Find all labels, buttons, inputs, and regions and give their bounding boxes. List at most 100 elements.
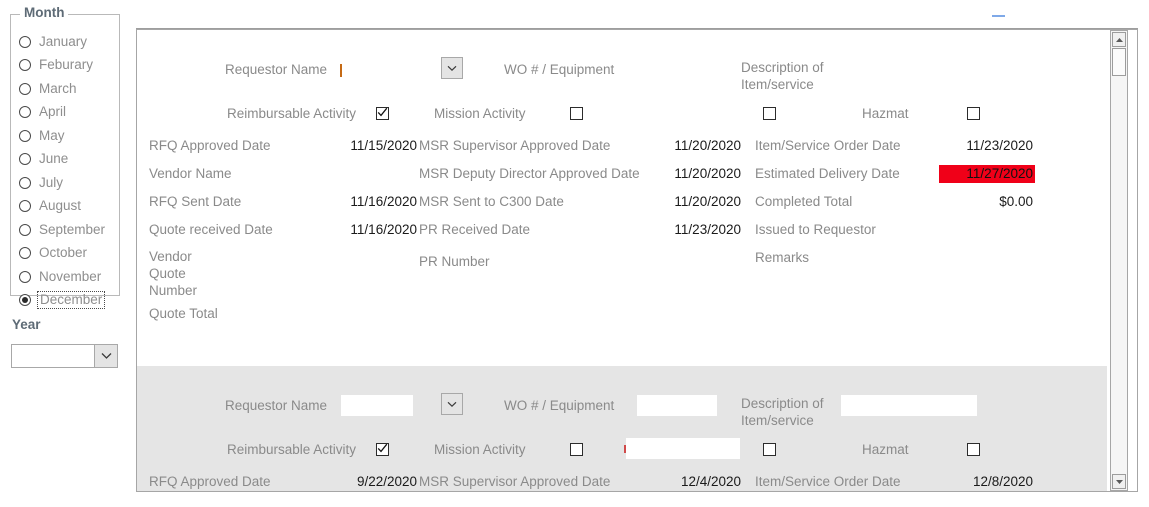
hazmat-checkbox[interactable]	[967, 107, 980, 120]
month-radio-feburary[interactable]: Feburary	[11, 54, 119, 78]
field-value: 11/15/2020	[350, 138, 417, 153]
hazmat-label: Hazmat	[862, 106, 909, 121]
radio-indicator-icon[interactable]	[19, 294, 31, 306]
scroll-down-arrow-icon[interactable]	[1112, 474, 1126, 489]
month-radio-label: May	[37, 128, 67, 144]
mission-activity-checkbox[interactable]	[570, 443, 583, 456]
field-label: Estimated Delivery Date	[755, 166, 900, 181]
vertical-scrollbar[interactable]	[1110, 30, 1128, 491]
reimbursable-activity-checkbox[interactable]	[376, 443, 389, 456]
description-label: Description of Item/service	[741, 395, 836, 429]
field-value: 12/8/2020	[973, 474, 1033, 489]
field-label: PR Number	[419, 254, 490, 269]
chevron-down-icon[interactable]	[447, 65, 457, 72]
radio-indicator-icon[interactable]	[19, 106, 31, 118]
field-label: MSR Supervisor Approved Date	[419, 138, 610, 153]
year-combo-box[interactable]	[11, 344, 118, 368]
scroll-up-arrow-icon[interactable]	[1112, 32, 1126, 47]
field-value: 11/23/2020	[674, 222, 741, 237]
month-radio-label: September	[37, 222, 107, 238]
mission-activity-label: Mission Activity	[434, 442, 526, 457]
radio-indicator-icon[interactable]	[19, 59, 31, 71]
field-value: 9/22/2020	[357, 474, 417, 489]
field-label: RFQ Approved Date	[149, 474, 271, 489]
record-row[interactable]: Requestor Name WO # / Equipment Descriptio…	[137, 366, 1109, 491]
radio-indicator-icon[interactable]	[19, 36, 31, 48]
requestor-name-input[interactable]	[341, 395, 413, 416]
field-label: Vendor Name	[149, 166, 232, 181]
wo-equipment-label: WO # / Equipment	[504, 62, 614, 77]
radio-indicator-icon[interactable]	[19, 177, 31, 189]
field-value: $0.00	[999, 194, 1033, 209]
month-radio-november[interactable]: November	[11, 265, 119, 289]
radio-indicator-icon[interactable]	[19, 224, 31, 236]
scroll-thumb[interactable]	[1112, 48, 1126, 76]
radio-indicator-icon[interactable]	[19, 247, 31, 259]
hazmat-checkbox[interactable]	[967, 443, 980, 456]
field-value: 11/20/2020	[674, 138, 741, 153]
month-group-legend: Month	[20, 6, 68, 20]
field-value: 11/16/2020	[350, 194, 417, 209]
description-checkbox[interactable]	[763, 107, 776, 120]
wo-equipment-input[interactable]	[637, 395, 717, 416]
month-radio-september[interactable]: September	[11, 218, 119, 242]
month-radio-label: Feburary	[37, 57, 95, 73]
month-radio-label: April	[37, 104, 68, 120]
description-label: Description of Item/service	[741, 59, 836, 93]
field-value: 11/23/2020	[966, 138, 1033, 153]
month-radio-april[interactable]: April	[11, 101, 119, 125]
year-filter-label: Year	[12, 317, 41, 332]
month-radio-june[interactable]: June	[11, 148, 119, 172]
radio-indicator-icon[interactable]	[19, 153, 31, 165]
reimbursable-activity-label: Reimbursable Activity	[227, 106, 356, 121]
field-label: Completed Total	[755, 194, 852, 209]
record-row[interactable]: Requestor Name WO # / Equipment Descriptio…	[137, 30, 1109, 366]
field-label: Quote received Date	[149, 222, 273, 237]
month-radio-december[interactable]: December	[11, 289, 119, 313]
month-radio-january[interactable]: January	[11, 30, 119, 54]
field-value-highlighted: 11/27/2020	[939, 165, 1035, 183]
requestor-name-label: Requestor Name	[225, 62, 327, 77]
field-value: 11/16/2020	[350, 222, 417, 237]
field-label: PR Received Date	[419, 222, 530, 237]
mission-activity-label: Mission Activity	[434, 106, 526, 121]
field-label: RFQ Approved Date	[149, 138, 271, 153]
field-label: RFQ Sent Date	[149, 194, 241, 209]
month-radio-october[interactable]: October	[11, 242, 119, 266]
selection-artifact	[992, 15, 1005, 17]
text-cursor-artifact	[340, 64, 342, 77]
month-radio-march[interactable]: March	[11, 77, 119, 101]
description-checkbox[interactable]	[763, 443, 776, 456]
field-label: Vendor Quote Number	[149, 248, 227, 299]
field-label: Issued to Requestor	[755, 222, 876, 237]
requestor-name-dropdown[interactable]	[441, 393, 463, 415]
mission-activity-checkbox[interactable]	[570, 107, 583, 120]
month-radio-label: January	[37, 34, 89, 50]
chevron-down-icon[interactable]	[94, 345, 117, 367]
reimbursable-activity-checkbox[interactable]	[376, 107, 389, 120]
radio-indicator-icon[interactable]	[19, 130, 31, 142]
description-input[interactable]	[841, 395, 977, 416]
field-label: MSR Deputy Director Approved Date	[419, 166, 640, 181]
wo-equipment-label: WO # / Equipment	[504, 398, 614, 413]
field-value: 11/20/2020	[674, 166, 741, 181]
requestor-name-dropdown[interactable]	[441, 57, 463, 79]
field-label: Quote Total	[149, 306, 218, 321]
field-label: Item/Service Order Date	[755, 474, 901, 489]
month-radio-label: July	[37, 175, 65, 191]
month-radio-label: August	[37, 198, 83, 214]
month-radio-july[interactable]: July	[11, 171, 119, 195]
month-radio-label: December	[37, 291, 105, 309]
chevron-down-icon[interactable]	[447, 401, 457, 408]
requestor-name-label: Requestor Name	[225, 398, 327, 413]
radio-indicator-icon[interactable]	[19, 200, 31, 212]
radio-indicator-icon[interactable]	[19, 271, 31, 283]
month-radio-may[interactable]: May	[11, 124, 119, 148]
radio-indicator-icon[interactable]	[19, 83, 31, 95]
mission-activity-input[interactable]	[626, 438, 740, 459]
field-value: 12/4/2020	[681, 474, 741, 489]
month-radio-label: November	[37, 269, 103, 285]
month-radio-august[interactable]: August	[11, 195, 119, 219]
field-label: MSR Supervisor Approved Date	[419, 474, 610, 489]
month-radio-list[interactable]: January Feburary March April May June July Augu…	[11, 30, 119, 312]
